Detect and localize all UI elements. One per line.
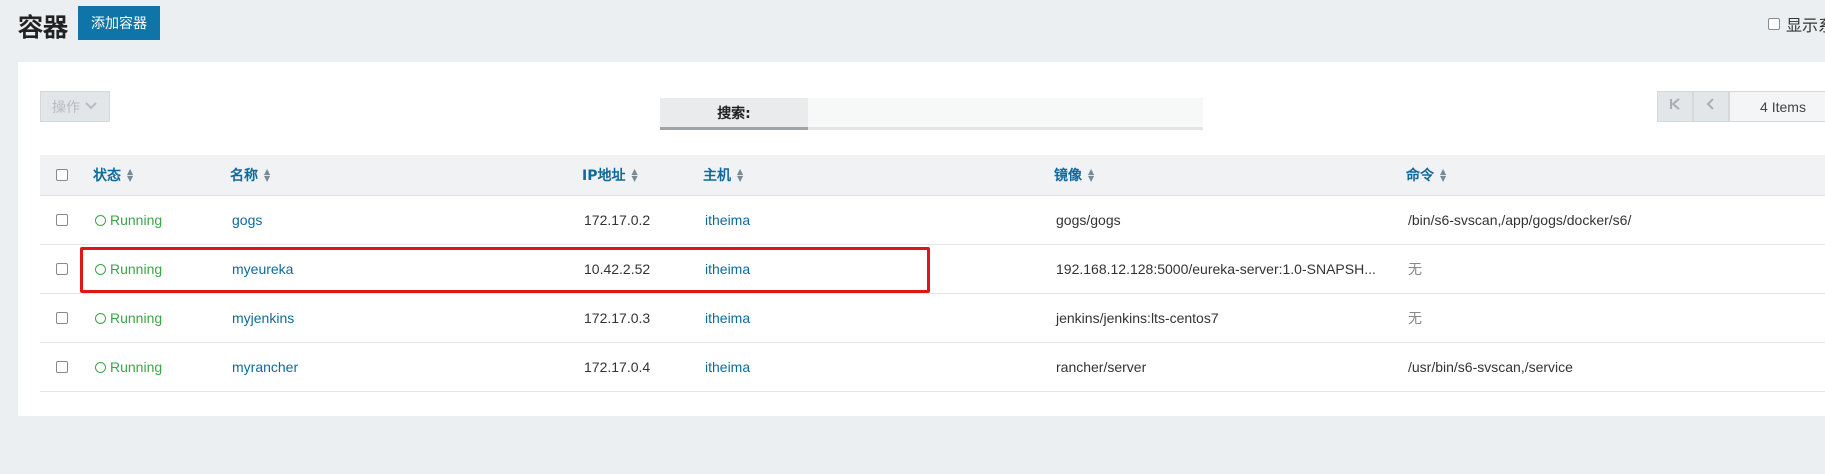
sort-icon: ▲ ▼ <box>1088 167 1095 183</box>
sort-icon: ▲ ▼ <box>737 167 744 183</box>
image-text: rancher/server <box>1056 359 1147 375</box>
chevron-left-icon <box>1704 97 1718 116</box>
page-title: 容器 <box>18 13 69 42</box>
pagination: 4 Items <box>1657 91 1825 122</box>
command-text: /usr/bin/s6-svscan,/service <box>1408 359 1573 375</box>
column-header-name[interactable]: 名称 ▲ ▼ <box>230 155 270 195</box>
column-header-command[interactable]: 命令 ▲ ▼ <box>1406 155 1446 195</box>
ip-address: 172.17.0.4 <box>584 359 651 375</box>
status-cell: Running <box>95 196 162 244</box>
row-checkbox[interactable] <box>56 361 68 373</box>
column-label: 命令 <box>1406 168 1434 184</box>
container-name-link[interactable]: myrancher <box>232 343 298 391</box>
status-text: Running <box>110 212 163 228</box>
chevron-down-icon <box>84 99 98 115</box>
item-count: 4 Items <box>1729 91 1825 122</box>
host-link[interactable]: itheima <box>705 343 750 391</box>
column-label: 名称 <box>230 168 258 184</box>
table-row: Running myrancher 172.17.0.4 itheima ran… <box>40 343 1825 392</box>
image-text: jenkins/jenkins:lts-centos7 <box>1056 310 1219 326</box>
actions-dropdown-button[interactable]: 操作 <box>40 91 110 122</box>
container-name-link[interactable]: gogs <box>232 196 262 244</box>
circle-outline-icon <box>95 214 106 226</box>
command-text: 无 <box>1408 261 1422 277</box>
command-text: /bin/s6-svscan,/app/gogs/docker/s6/ <box>1408 212 1632 228</box>
row-checkbox[interactable] <box>56 263 68 275</box>
host-link[interactable]: itheima <box>705 196 750 244</box>
show-all-toggle[interactable]: 显示系 <box>1768 12 1825 36</box>
row-checkbox[interactable] <box>56 312 68 324</box>
sort-icon: ▲ ▼ <box>264 167 271 183</box>
row-checkbox[interactable] <box>56 214 68 226</box>
prev-page-button[interactable] <box>1693 91 1729 122</box>
show-all-checkbox[interactable] <box>1768 18 1780 30</box>
add-container-button[interactable]: 添加容器 <box>78 6 160 40</box>
sort-icon: ▲ ▼ <box>127 167 134 183</box>
ip-address: 172.17.0.3 <box>584 310 651 326</box>
sort-icon: ▲ ▼ <box>631 167 638 183</box>
table-row: Running gogs 172.17.0.2 itheima gogs/gog… <box>40 196 1825 245</box>
column-header-host[interactable]: 主机 ▲ ▼ <box>703 155 743 195</box>
actions-label: 操作 <box>52 99 80 116</box>
search-input[interactable] <box>808 98 1203 130</box>
column-label: 镜像 <box>1054 168 1082 184</box>
column-header-ip[interactable]: IP地址 ▲ ▼ <box>582 155 638 195</box>
show-all-label: 显示系 <box>1786 16 1825 35</box>
table-header: 状态 ▲ ▼ 名称 ▲ ▼ IP地址 ▲ ▼ 主机 ▲ ▼ 镜像 ▲ ▼ 命令 ▲ ▼ <box>40 155 1825 196</box>
container-name-link[interactable]: myjenkins <box>232 294 294 342</box>
column-header-image[interactable]: 镜像 ▲ ▼ <box>1054 155 1094 195</box>
table-row: Running myjenkins 172.17.0.3 itheima jen… <box>40 294 1825 343</box>
column-label: IP地址 <box>582 168 626 184</box>
command-text: 无 <box>1408 310 1422 326</box>
first-page-icon <box>1668 97 1682 116</box>
column-label: 状态 <box>93 168 121 184</box>
circle-outline-icon <box>95 312 106 324</box>
image-text: gogs/gogs <box>1056 212 1121 228</box>
search-box: 搜索: <box>660 98 1203 130</box>
status-text: Running <box>110 310 163 326</box>
status-text: Running <box>110 359 163 375</box>
status-cell: Running <box>95 343 162 391</box>
column-label: 主机 <box>703 168 731 184</box>
highlight-annotation-box <box>80 247 930 293</box>
host-link[interactable]: itheima <box>705 294 750 342</box>
first-page-button[interactable] <box>1657 91 1693 122</box>
column-header-status[interactable]: 状态 ▲ ▼ <box>93 155 133 195</box>
status-cell: Running <box>95 294 162 342</box>
sort-icon: ▲ ▼ <box>1440 167 1447 183</box>
circle-outline-icon <box>95 361 106 373</box>
image-text: 192.168.12.128:5000/eureka-server:1.0-SN… <box>1056 261 1376 277</box>
select-all-checkbox[interactable] <box>56 169 68 181</box>
ip-address: 172.17.0.2 <box>584 212 651 228</box>
search-label: 搜索: <box>660 98 808 130</box>
